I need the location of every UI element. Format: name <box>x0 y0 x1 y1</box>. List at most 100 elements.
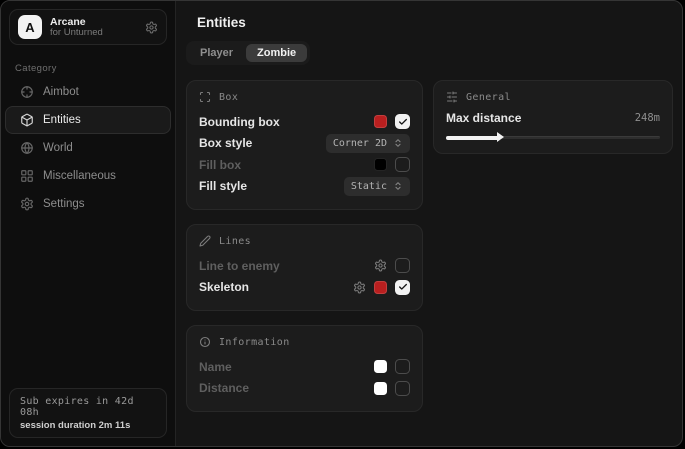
setting-label: Fill style <box>199 179 247 193</box>
fill-style-dropdown[interactable]: Static <box>344 177 410 196</box>
row-controls <box>374 359 410 374</box>
setting-row-line-to-enemy: Line to enemy <box>199 255 410 277</box>
sidebar-item-miscellaneous[interactable]: Miscellaneous <box>5 162 171 190</box>
row-controls: Corner 2D <box>326 134 410 153</box>
tab-zombie[interactable]: Zombie <box>246 44 307 62</box>
setting-label: Line to enemy <box>199 259 280 273</box>
row-controls <box>353 280 410 295</box>
sidebar-item-label: Entities <box>43 114 81 126</box>
dropdown-value: Corner 2D <box>333 138 387 149</box>
checkbox-checked[interactable] <box>395 280 410 295</box>
general-card-header: General <box>446 91 660 103</box>
sidebar: A Arcane for Unturned Category Aimbot <box>1 1 176 446</box>
setting-label: Fill box <box>199 158 241 172</box>
setting-row-skeleton: Skeleton <box>199 277 410 299</box>
sidebar-item-world[interactable]: World <box>5 134 171 162</box>
setting-row-bounding-box: Bounding box <box>199 111 410 133</box>
color-swatch[interactable] <box>374 281 387 294</box>
general-card-title: General <box>466 92 511 103</box>
slider-thumb[interactable] <box>497 132 504 142</box>
tab-player[interactable]: Player <box>189 44 244 62</box>
settings-columns: Box Bounding box Box style <box>186 80 673 412</box>
pencil-icon <box>199 235 211 247</box>
checkbox-unchecked[interactable] <box>395 157 410 172</box>
box-card-header: Box <box>199 91 410 103</box>
brand-name: Arcane <box>50 16 137 28</box>
row-controls <box>374 381 410 396</box>
checkbox-unchecked[interactable] <box>395 381 410 396</box>
app-logo: A <box>18 15 42 39</box>
lines-card-title: Lines <box>219 236 251 247</box>
setting-row-fill-style: Fill style Static <box>199 176 410 198</box>
category-label: Category <box>15 63 175 74</box>
setting-label: Distance <box>199 381 249 395</box>
setting-row-max-distance: Max distance 248m <box>446 111 660 125</box>
setting-row-fill-box: Fill box <box>199 154 410 176</box>
max-distance-slider[interactable] <box>446 133 660 141</box>
checkbox-unchecked[interactable] <box>395 258 410 273</box>
chevrons-up-down-icon <box>393 138 403 148</box>
sidebar-item-label: Aimbot <box>43 86 79 98</box>
sidebar-nav: Aimbot Entities World Miscellaneous <box>1 78 175 218</box>
gear-icon[interactable] <box>145 21 158 34</box>
sidebar-item-label: Settings <box>43 198 85 210</box>
chevrons-up-down-icon <box>393 181 403 191</box>
general-card: General Max distance 248m <box>433 80 673 154</box>
gear-icon[interactable] <box>353 281 366 294</box>
color-swatch[interactable] <box>374 360 387 373</box>
information-card-header: Information <box>199 336 410 348</box>
row-controls <box>374 114 410 129</box>
brand-card: A Arcane for Unturned <box>9 9 167 45</box>
info-icon <box>199 336 211 348</box>
row-controls <box>374 157 410 172</box>
gear-icon <box>20 197 34 211</box>
check-icon <box>398 282 408 292</box>
entity-tabs: Player Zombie <box>186 41 310 65</box>
sub-expires-text: Sub expires in 42d 08h <box>20 396 156 418</box>
setting-label: Skeleton <box>199 280 249 294</box>
brand-subtitle: for Unturned <box>50 28 137 39</box>
row-controls: Static <box>344 177 410 196</box>
left-column: Box Bounding box Box style <box>186 80 423 412</box>
gear-icon[interactable] <box>374 259 387 272</box>
setting-label: Max distance <box>446 111 521 125</box>
grid-icon <box>20 169 34 183</box>
lines-card-header: Lines <box>199 235 410 247</box>
brand-text: Arcane for Unturned <box>50 16 137 39</box>
subscription-card: Sub expires in 42d 08h session duration … <box>9 388 167 438</box>
sidebar-item-label: Miscellaneous <box>43 170 116 182</box>
cube-icon <box>20 113 34 127</box>
lines-card: Lines Line to enemy Skeleton <box>186 224 423 311</box>
main-panel: Entities Player Zombie Box Bounding box <box>176 1 683 446</box>
information-card: Information Name Distance <box>186 325 423 412</box>
setting-row-distance: Distance <box>199 378 410 400</box>
color-swatch[interactable] <box>374 158 387 171</box>
page-title: Entities <box>197 15 673 30</box>
row-controls <box>374 258 410 273</box>
check-icon <box>398 117 408 127</box>
setting-label: Name <box>199 360 232 374</box>
globe-icon <box>20 141 34 155</box>
dropdown-value: Static <box>351 181 387 192</box>
sidebar-item-aimbot[interactable]: Aimbot <box>5 78 171 106</box>
box-card-title: Box <box>219 92 238 103</box>
setting-row-name: Name <box>199 356 410 378</box>
right-column: General Max distance 248m <box>433 80 673 154</box>
setting-row-box-style: Box style Corner 2D <box>199 133 410 155</box>
sidebar-item-label: World <box>43 142 73 154</box>
sidebar-item-settings[interactable]: Settings <box>5 190 171 218</box>
app-window: A Arcane for Unturned Category Aimbot <box>0 0 683 447</box>
box-card: Box Bounding box Box style <box>186 80 423 210</box>
scan-brackets-icon <box>199 91 211 103</box>
sidebar-item-entities[interactable]: Entities <box>5 106 171 134</box>
slider-fill <box>446 136 499 140</box>
session-duration-text: session duration 2m 11s <box>20 420 156 431</box>
checkbox-checked[interactable] <box>395 114 410 129</box>
app-logo-letter: A <box>25 20 34 35</box>
checkbox-unchecked[interactable] <box>395 359 410 374</box>
setting-label: Box style <box>199 136 252 150</box>
color-swatch[interactable] <box>374 382 387 395</box>
max-distance-value: 248m <box>635 112 660 124</box>
box-style-dropdown[interactable]: Corner 2D <box>326 134 410 153</box>
color-swatch[interactable] <box>374 115 387 128</box>
